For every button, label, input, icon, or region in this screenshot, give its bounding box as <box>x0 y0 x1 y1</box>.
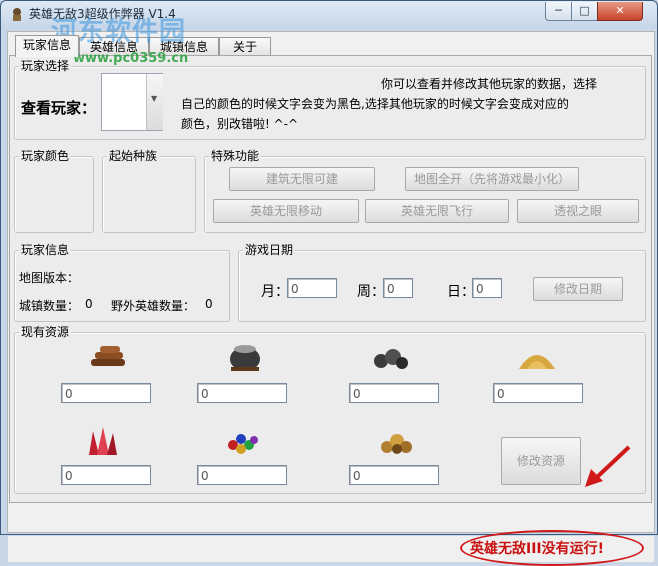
wild-hero-count-value: 0 <box>205 297 213 311</box>
sulfur-icon <box>519 355 555 369</box>
maximize-button[interactable]: □ <box>571 2 598 21</box>
game-date-group-label: 游戏日期 <box>243 243 296 257</box>
crystal-icon <box>89 427 117 455</box>
ore-icon <box>374 349 408 369</box>
chevron-down-icon: ▼ <box>151 94 158 103</box>
resources-group-label: 现有资源 <box>19 325 72 339</box>
mercury-icon <box>230 345 260 371</box>
resource-gems-input[interactable]: 0 <box>197 465 287 485</box>
town-count-label: 城镇数量： <box>19 299 80 313</box>
month-label: 月： <box>261 284 289 300</box>
player-select-group-label: 玩家选择 <box>19 59 72 73</box>
app-icon <box>13 8 21 21</box>
player-color-group: 玩家颜色 <box>14 149 94 233</box>
player-info-group: 玩家信息 地图版本： 城镇数量： 0 野外英雄数量： 0 <box>14 243 230 322</box>
gems-icon <box>228 434 258 454</box>
unlimited-build-button[interactable]: 建筑无限可建 <box>229 167 375 191</box>
status-text: 英雄无敌III没有运行! <box>470 541 605 557</box>
note-line-2: 自己的颜色的时候文字会变为黑色,选择其他玩家的时候文字会变成对应的 <box>181 97 569 111</box>
day-label: 日： <box>447 284 475 300</box>
special-functions-group-label: 特殊功能 <box>209 149 262 163</box>
resource-mercury-input[interactable]: 0 <box>197 383 287 403</box>
resources-group: 现有资源 0 0 0 0 0 0 0 修改资源 <box>14 325 646 494</box>
player-select-group: 玩家选择 查看玩家： ▼ 你可以查看并修改其他玩家的数据，选择 自己的颜色的时候… <box>14 59 646 140</box>
minimize-button[interactable]: ─ <box>545 2 572 21</box>
red-arrow-icon <box>585 445 631 487</box>
resource-gold-input[interactable]: 0 <box>349 465 439 485</box>
modify-resources-button[interactable]: 修改资源 <box>501 437 581 485</box>
wild-hero-count-label: 野外英雄数量： <box>111 299 196 313</box>
unlimited-fly-button[interactable]: 英雄无限飞行 <box>365 199 509 223</box>
start-race-group: 起始种族 <box>102 149 196 233</box>
map-version-label: 地图版本： <box>19 271 80 285</box>
resource-ore-input[interactable]: 0 <box>349 383 439 403</box>
player-color-group-label: 玩家颜色 <box>19 149 72 163</box>
tab-player-info[interactable]: 玩家信息 <box>15 35 79 57</box>
wood-icon <box>91 346 125 366</box>
game-date-group: 游戏日期 月： 0 周： 0 日： 0 修改日期 <box>238 243 646 322</box>
player-dropdown[interactable]: ▼ <box>101 73 163 131</box>
app-window: 英雄无敌3超级作弊器 V1.4 ─ □ ✕ 英雄无敌III没有运行! 玩家信息 … <box>0 0 658 566</box>
tab-about[interactable]: 关于 <box>219 37 271 56</box>
resource-crystal-input[interactable]: 0 <box>61 465 151 485</box>
reveal-map-button[interactable]: 地图全开（先将游戏最小化） <box>405 167 579 191</box>
gold-icon <box>381 434 412 454</box>
resource-wood-input[interactable]: 0 <box>61 383 151 403</box>
player-dropdown-arrow[interactable]: ▼ <box>146 74 163 130</box>
unlimited-move-button[interactable]: 英雄无限移动 <box>213 199 359 223</box>
watermark-url: www.pc0359.cn <box>73 51 189 66</box>
town-count-value: 0 <box>85 297 93 311</box>
resource-sulfur-input[interactable]: 0 <box>493 383 583 403</box>
day-input[interactable]: 0 <box>472 278 502 298</box>
note-line-1: 你可以查看并修改其他玩家的数据，选择 <box>381 77 598 91</box>
tab-panel: 玩家选择 查看玩家： ▼ 你可以查看并修改其他玩家的数据，选择 自己的颜色的时候… <box>9 55 652 503</box>
see-through-button[interactable]: 透视之眼 <box>517 199 639 223</box>
month-input[interactable]: 0 <box>287 278 337 298</box>
view-player-label: 查看玩家： <box>21 99 97 117</box>
special-functions-group: 特殊功能 建筑无限可建 地图全开（先将游戏最小化） 英雄无限移动 英雄无限飞行 … <box>204 149 646 233</box>
week-label: 周： <box>357 284 385 300</box>
player-info-group-label: 玩家信息 <box>19 243 72 257</box>
start-race-group-label: 起始种族 <box>107 149 160 163</box>
note-line-3: 颜色，别改错啦! ^-^ <box>181 117 299 131</box>
close-button[interactable]: ✕ <box>597 2 643 21</box>
modify-date-button[interactable]: 修改日期 <box>533 277 623 301</box>
week-input[interactable]: 0 <box>383 278 413 298</box>
